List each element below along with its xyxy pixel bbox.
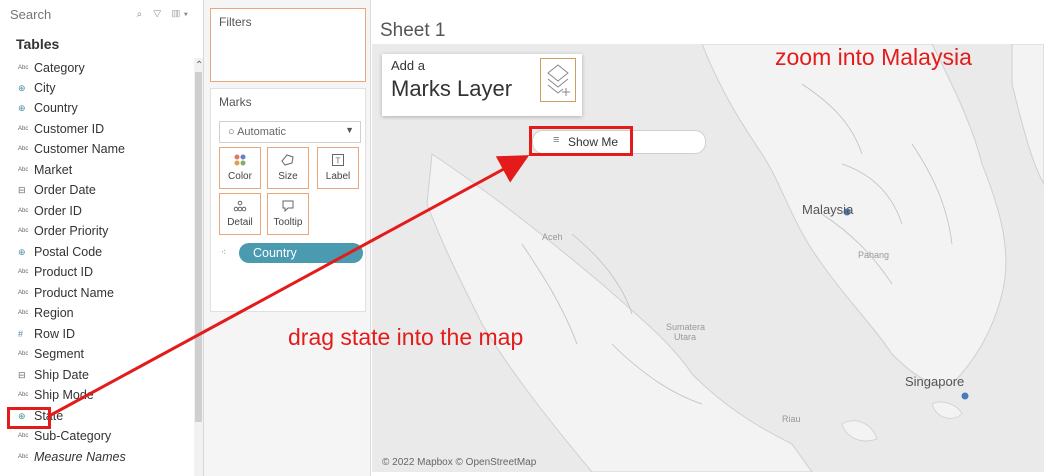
- annotation-drag-state: drag state into the map: [288, 324, 524, 350]
- drag-arrow: [48, 155, 530, 418]
- annotation-zoom-malaysia: zoom into Malaysia: [775, 44, 972, 70]
